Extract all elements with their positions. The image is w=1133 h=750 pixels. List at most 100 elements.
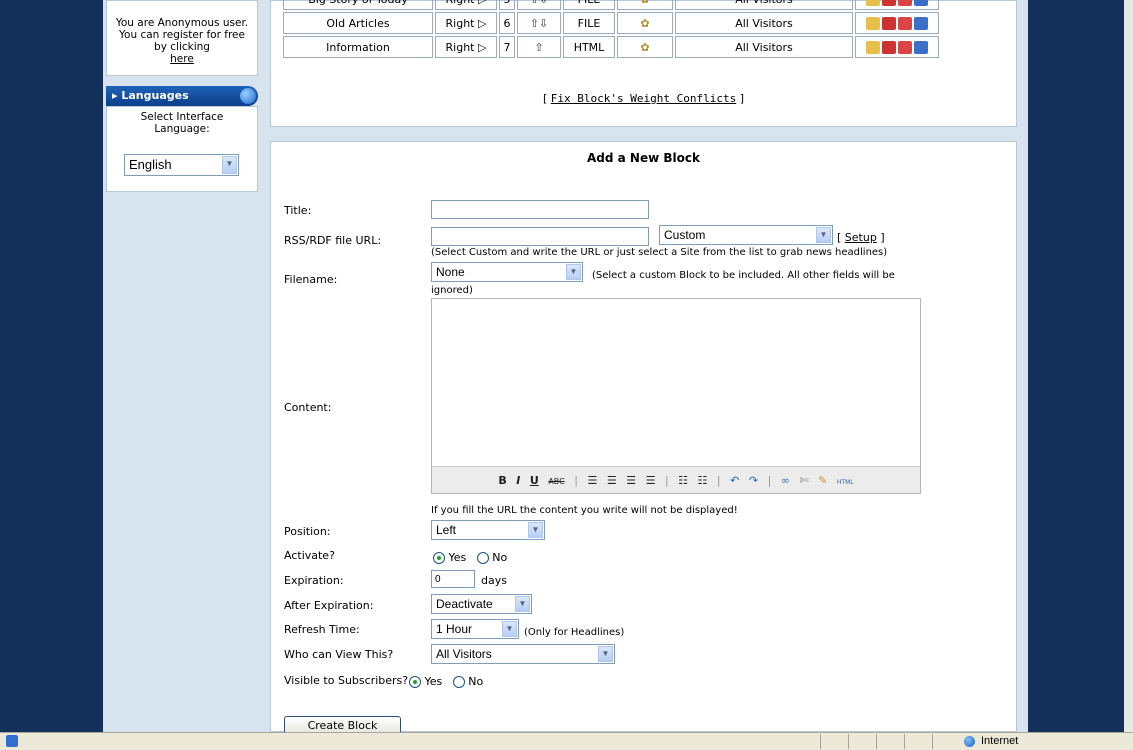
filename-select[interactable]: None ▼ xyxy=(431,262,583,282)
justify-icon[interactable]: ☰ xyxy=(646,467,656,494)
block-title: Big Story of Today xyxy=(283,0,433,10)
settings-icon[interactable] xyxy=(882,40,896,54)
chevron-down-icon: ▼ xyxy=(528,522,543,538)
numbered-list-icon[interactable]: ☷ xyxy=(698,467,708,494)
redo-icon[interactable]: ↷ xyxy=(749,467,758,494)
undo-icon[interactable]: ↶ xyxy=(730,467,739,494)
rss-site-select[interactable]: Custom ▼ xyxy=(659,225,833,245)
edit-icon[interactable] xyxy=(866,0,880,6)
subscribers-radios: Yes No xyxy=(409,675,483,688)
scrollbar[interactable] xyxy=(1124,0,1133,732)
settings-icon[interactable] xyxy=(882,0,896,6)
subscribers-label: Visible to Subscribers? xyxy=(284,674,409,687)
align-left-icon[interactable]: ☰ xyxy=(587,467,597,494)
block-weight: 5 xyxy=(499,0,515,10)
activate-yes-radio[interactable] xyxy=(433,552,445,564)
chevron-down-icon: ▼ xyxy=(816,227,831,243)
chevron-down-icon: ▼ xyxy=(502,621,517,637)
refresh-selected: 1 Hour xyxy=(436,622,473,636)
position-label: Position: xyxy=(284,525,331,538)
status-divider xyxy=(848,734,849,749)
table-row: Information Right ▷ 7 ⇧ HTML ✿ All Visitors xyxy=(283,36,939,58)
link-icon[interactable]: ∞ xyxy=(781,467,790,494)
user-info-panel: You are Anonymous user. You can register… xyxy=(106,0,258,76)
block-position: Right ▷ xyxy=(435,12,497,34)
html-source-button[interactable]: HTML xyxy=(837,469,854,496)
delete-icon[interactable] xyxy=(898,40,912,54)
bullet-icon: ▸ xyxy=(112,89,122,102)
search-icon[interactable] xyxy=(914,0,928,6)
block-actions[interactable] xyxy=(855,12,939,34)
subscribers-yes-radio[interactable] xyxy=(409,676,421,688)
delete-icon[interactable] xyxy=(898,0,912,6)
align-center-icon[interactable]: ☰ xyxy=(607,467,617,494)
weight-arrows-icon[interactable]: ⇧⇩ xyxy=(517,12,561,34)
language-selected: English xyxy=(129,157,172,172)
arrow-right-icon[interactable]: ▷ xyxy=(475,0,486,6)
block-position: Right ▷ xyxy=(435,36,497,58)
expiration-input[interactable] xyxy=(431,570,475,588)
status-icon[interactable]: ✿ xyxy=(617,36,673,58)
unlink-icon[interactable]: ✄ xyxy=(799,467,808,494)
align-right-icon[interactable]: ☰ xyxy=(626,467,636,494)
filename-note-2: ignored) xyxy=(431,285,473,296)
rss-url-input[interactable] xyxy=(431,227,649,246)
table-row: Big Story of TodayRight ▷5⇧⇩FILE✿All Vis… xyxy=(283,0,939,10)
block-visibility: All Visitors xyxy=(675,36,853,58)
languages-header: ▸ Languages xyxy=(106,86,258,106)
block-weight: 7 xyxy=(499,36,515,58)
search-icon[interactable] xyxy=(914,40,928,54)
filename-label: Filename: xyxy=(284,273,338,286)
setup-link[interactable]: Setup xyxy=(845,231,877,244)
title-input[interactable] xyxy=(431,200,649,219)
block-actions[interactable] xyxy=(855,36,939,58)
who-select[interactable]: All Visitors ▼ xyxy=(431,644,615,664)
languages-panel: Select Interface Language: xyxy=(106,106,258,192)
search-icon[interactable] xyxy=(914,16,928,30)
settings-icon[interactable] xyxy=(882,16,896,30)
activate-no-radio[interactable] xyxy=(476,552,489,564)
block-actions[interactable] xyxy=(855,0,939,10)
strikethrough-button[interactable]: ABC xyxy=(548,468,564,495)
status-bar: Internet xyxy=(0,732,1133,750)
arrow-right-icon[interactable]: ▷ xyxy=(475,17,486,30)
italic-button[interactable]: I xyxy=(516,467,520,494)
activate-radios: Yes No xyxy=(433,551,507,564)
underline-button[interactable]: U xyxy=(530,467,539,494)
cleanup-icon[interactable]: ✎ xyxy=(818,467,827,494)
rss-note: (Select Custom and write the URL or just… xyxy=(431,247,888,258)
edit-icon[interactable] xyxy=(866,16,880,30)
content-note: If you fill the URL the content you writ… xyxy=(431,505,738,516)
bullet-list-icon[interactable]: ☷ xyxy=(678,467,688,494)
content-label: Content: xyxy=(284,401,332,414)
delete-icon[interactable] xyxy=(898,16,912,30)
position-select[interactable]: Left ▼ xyxy=(431,520,545,540)
block-visibility: All Visitors xyxy=(675,0,853,10)
subscribers-no-radio[interactable] xyxy=(452,676,465,688)
block-type: HTML xyxy=(563,36,615,58)
block-type: FILE xyxy=(563,12,615,34)
activate-label: Activate? xyxy=(284,549,335,562)
edit-icon[interactable] xyxy=(866,40,880,54)
arrow-right-icon[interactable]: ▷ xyxy=(475,41,486,54)
bold-button[interactable]: B xyxy=(498,467,506,494)
globe-icon xyxy=(964,736,975,747)
language-select[interactable]: English ▼ xyxy=(124,154,239,176)
filename-selected: None xyxy=(436,265,465,279)
status-icon[interactable]: ✿ xyxy=(617,0,673,10)
fix-weight-link[interactable]: Fix Block's Weight Conflicts xyxy=(551,92,736,105)
content-editor[interactable] xyxy=(431,298,921,494)
chevron-down-icon: ▼ xyxy=(566,264,581,280)
weight-arrows-icon[interactable]: ⇧ xyxy=(517,36,561,58)
register-link[interactable]: here xyxy=(170,53,194,65)
after-expiration-label: After Expiration: xyxy=(284,599,374,612)
status-divider xyxy=(904,734,905,749)
title-label: Title: xyxy=(284,204,312,217)
refresh-select[interactable]: 1 Hour ▼ xyxy=(431,619,519,639)
after-expiration-select[interactable]: Deactivate ▼ xyxy=(431,594,532,614)
refresh-note: (Only for Headlines) xyxy=(524,627,625,638)
refresh-label: Refresh Time: xyxy=(284,623,360,636)
weight-arrows-icon[interactable]: ⇧⇩ xyxy=(517,0,561,10)
status-icon[interactable]: ✿ xyxy=(617,12,673,34)
blocks-table: Big Story of TodayRight ▷5⇧⇩FILE✿All Vis… xyxy=(281,0,941,60)
